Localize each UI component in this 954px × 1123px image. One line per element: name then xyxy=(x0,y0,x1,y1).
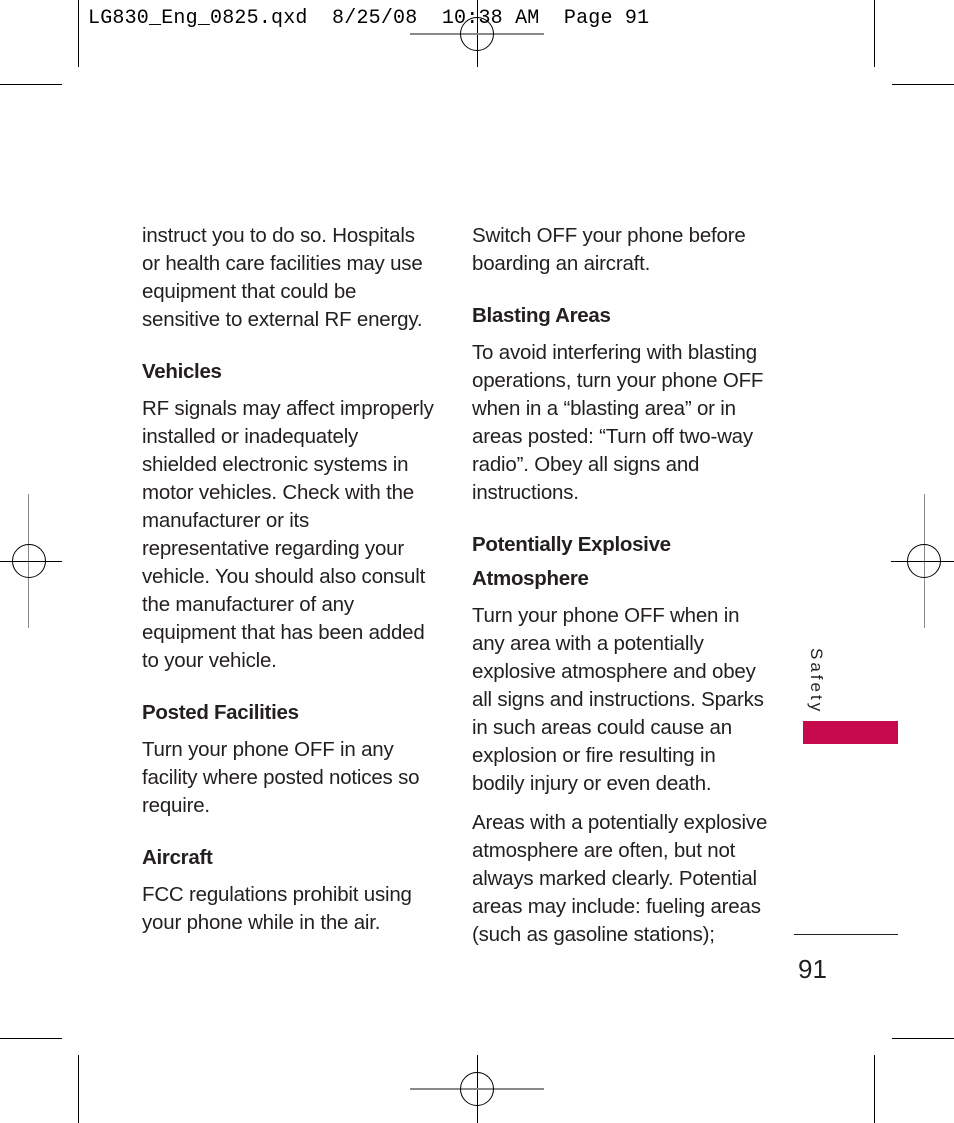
section-heading: Atmosphere xyxy=(472,567,589,590)
crop-mark-top-left-vertical xyxy=(78,0,79,67)
section-heading: Aircraft xyxy=(142,846,213,869)
intro-paragraph: Switch OFF your phone before boarding an… xyxy=(472,222,772,278)
text-line: Areas with a potentially explosive xyxy=(472,811,768,834)
registration-mark-right-circle-icon xyxy=(907,544,941,578)
text-line: when in a “blasting area” or in xyxy=(472,397,736,420)
text-line: your phone while in the air. xyxy=(142,911,381,934)
intro-paragraph: instruct you to do so. Hospitals or heal… xyxy=(142,222,442,334)
text-line: motor vehicles. Check with the xyxy=(142,481,415,504)
text-line: any area with a potentially xyxy=(472,632,704,655)
crop-mark-top-left-horizontal xyxy=(0,84,62,85)
text-line: the manufacturer of any xyxy=(142,593,354,616)
crop-mark-bottom-right-vertical xyxy=(874,1055,875,1123)
section-heading: Posted Facilities xyxy=(142,701,299,724)
text-line: (such as gasoline stations); xyxy=(472,923,715,946)
crop-mark-bottom-left-horizontal xyxy=(0,1038,62,1039)
side-tab-label: Safety xyxy=(807,648,826,715)
section-posted-facilities: Posted Facilities Turn your phone OFF in… xyxy=(142,696,442,820)
text-line: bodily injury or even death. xyxy=(472,772,712,795)
text-line: equipment that could be xyxy=(142,280,357,303)
paragraph: Areas with a potentially explosive atmos… xyxy=(472,809,772,949)
text-line: installed or inadequately xyxy=(142,425,359,448)
text-line: in such areas could cause an xyxy=(472,716,732,739)
text-line: sensitive to external RF energy. xyxy=(142,308,423,331)
text-line: operations, turn your phone OFF xyxy=(472,369,764,392)
text-line: require. xyxy=(142,794,210,817)
page-number-rule xyxy=(794,934,898,935)
crop-mark-bottom-left-vertical xyxy=(78,1055,79,1123)
text-line: radio”. Obey all signs and xyxy=(472,453,700,476)
left-column: instruct you to do so. Hospitals or heal… xyxy=(142,222,442,937)
section-vehicles: Vehicles RF signals may affect improperl… xyxy=(142,355,442,675)
section-heading: Potentially Explosive xyxy=(472,533,671,556)
text-line: To avoid interfering with blasting xyxy=(472,341,757,364)
text-line: Switch OFF your phone before xyxy=(472,224,746,247)
right-column: Switch OFF your phone before boarding an… xyxy=(472,222,772,949)
text-line: vehicle. You should also consult xyxy=(142,565,426,588)
text-line: shielded electronic systems in xyxy=(142,453,409,476)
section-aircraft: Aircraft FCC regulations prohibit using … xyxy=(142,841,442,937)
text-line: FCC regulations prohibit using xyxy=(142,883,412,906)
text-line: facility where posted notices so xyxy=(142,766,420,789)
text-line: Turn your phone OFF in any xyxy=(142,738,394,761)
text-line: all signs and instructions. Sparks xyxy=(472,688,764,711)
text-line: Turn your phone OFF when in xyxy=(472,604,740,627)
section-heading: Vehicles xyxy=(142,360,222,383)
registration-mark-bottom-circle-icon xyxy=(460,1072,494,1106)
print-slug-line: LG830_Eng_0825.qxd 8/25/08 10:38 AM Page… xyxy=(88,7,650,30)
text-line: areas may include: fueling areas xyxy=(472,895,761,918)
text-line: equipment that has been added xyxy=(142,621,425,644)
text-line: instruct you to do so. Hospitals xyxy=(142,224,415,247)
crop-mark-top-right-vertical xyxy=(874,0,875,67)
text-line: areas posted: “Turn off two-way xyxy=(472,425,753,448)
side-tab-color-bar xyxy=(803,721,898,744)
page-number: 91 xyxy=(798,954,827,984)
text-line: atmosphere are often, but not xyxy=(472,839,736,862)
section-blasting-areas: Blasting Areas To avoid interfering with… xyxy=(472,299,772,507)
text-line: or health care facilities may use xyxy=(142,252,423,275)
text-line: always marked clearly. Potential xyxy=(472,867,757,890)
crop-mark-top-right-horizontal xyxy=(892,84,954,85)
text-line: to your vehicle. xyxy=(142,649,277,672)
text-line: manufacturer or its xyxy=(142,509,310,532)
text-line: RF signals may affect improperly xyxy=(142,397,434,420)
crop-mark-bottom-right-horizontal xyxy=(892,1038,954,1039)
text-line: explosive atmosphere and obey xyxy=(472,660,756,683)
text-line: boarding an aircraft. xyxy=(472,252,651,275)
section-heading: Blasting Areas xyxy=(472,304,611,327)
section-potentially-explosive-atmosphere: Potentially Explosive Atmosphere Turn yo… xyxy=(472,528,772,949)
text-line: instructions. xyxy=(472,481,579,504)
text-line: explosion or fire resulting in xyxy=(472,744,716,767)
text-line: representative regarding your xyxy=(142,537,404,560)
registration-mark-left-circle-icon xyxy=(12,544,46,578)
paragraph: Turn your phone OFF when in any area wit… xyxy=(472,602,772,798)
registration-mark-top-circle-icon xyxy=(460,17,494,51)
